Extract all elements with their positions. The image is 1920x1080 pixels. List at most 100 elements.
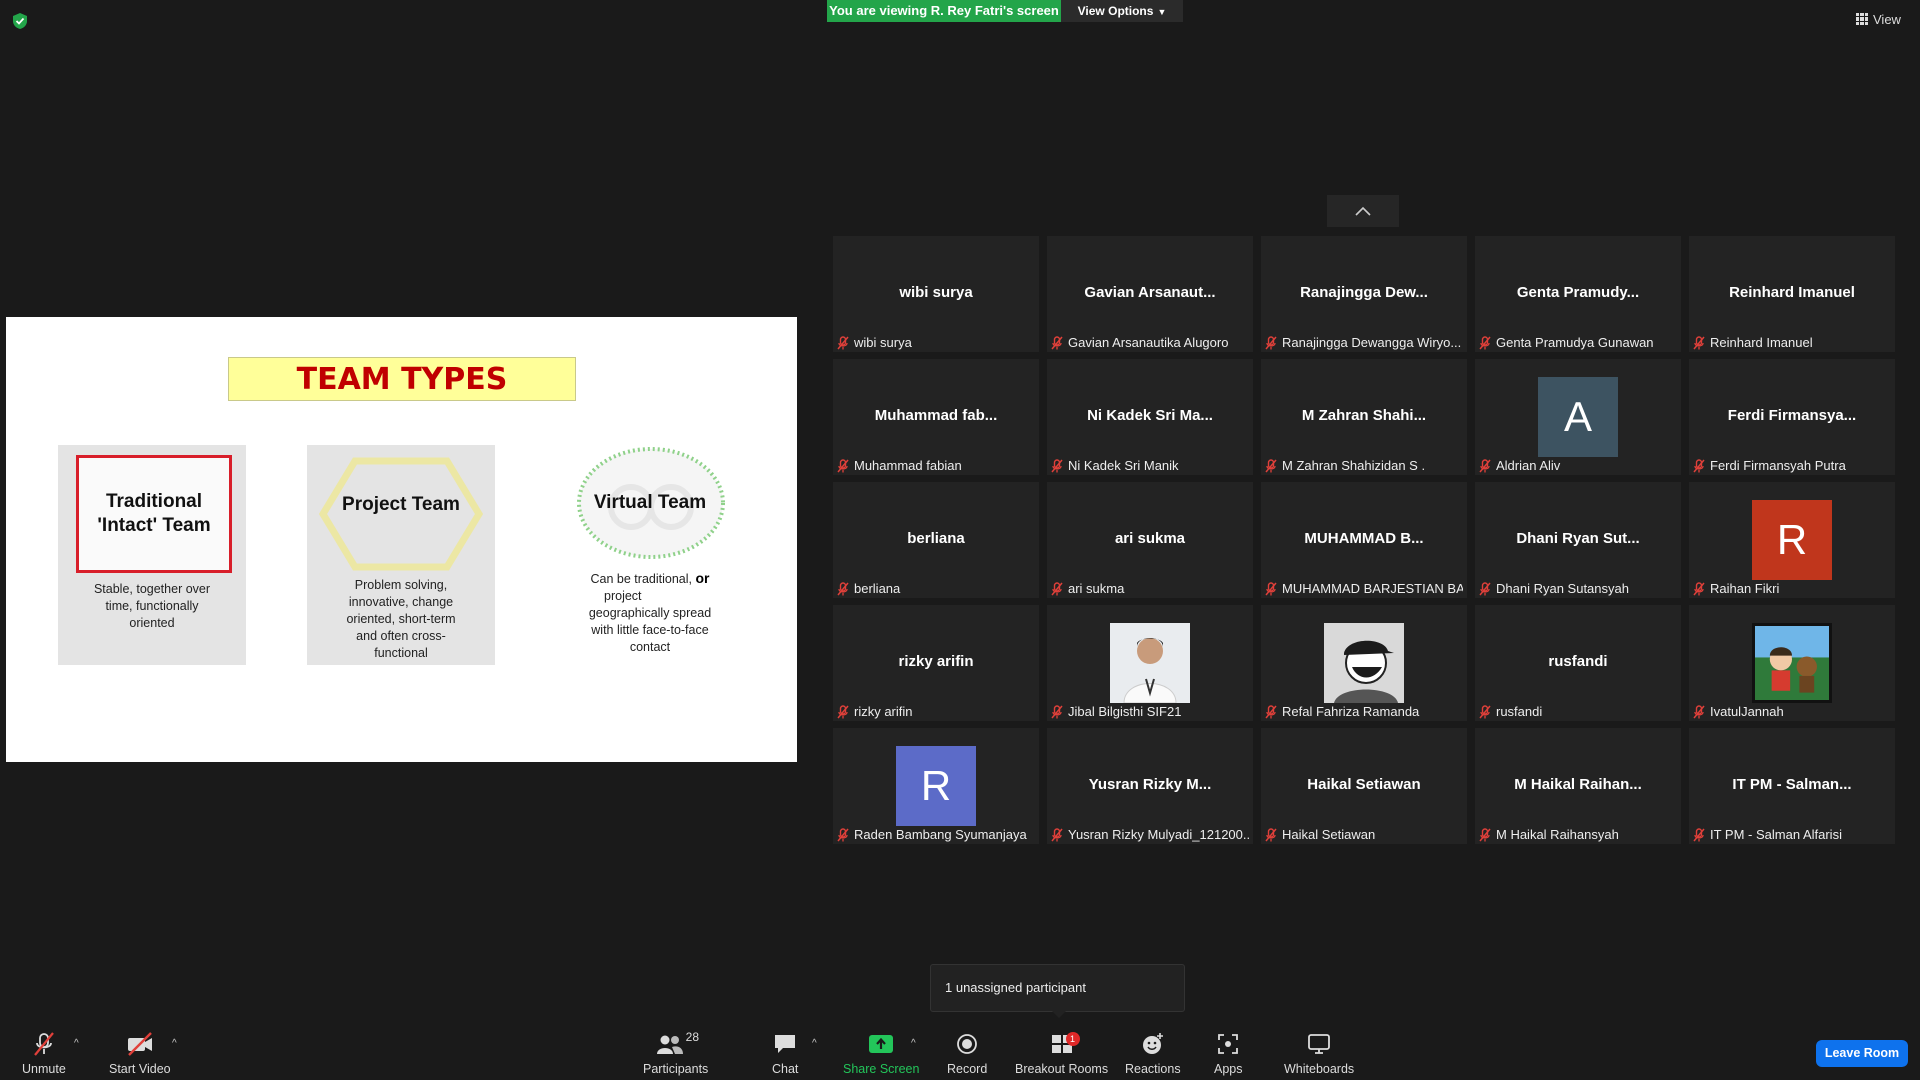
participant-tile[interactable]: R Raden Bambang Syumanjaya	[833, 728, 1039, 844]
participant-tile[interactable]: Gavian Arsanaut... Gavian Arsanautika Alu…	[1047, 236, 1253, 352]
participant-tile[interactable]: M Haikal Raihan... M Haikal Raihansyah	[1475, 728, 1681, 844]
participant-tile[interactable]: Reinhard Imanuel Reinhard Imanuel	[1689, 236, 1895, 352]
participant-display-name: MUHAMMAD B...	[1304, 530, 1424, 547]
muted-mic-icon	[1479, 581, 1491, 595]
record-button[interactable]: Record	[947, 1030, 987, 1076]
viewing-screen-banner: You are viewing R. Rey Fatri's screen	[827, 0, 1061, 22]
participant-name-label: MUHAMMAD BARJESTIAN BA...	[1265, 581, 1463, 596]
participant-name-label: M Haikal Raihansyah	[1479, 827, 1677, 842]
participant-name-label: IvatulJannah	[1693, 704, 1891, 719]
participant-tile[interactable]: A Aldrian Aliv	[1475, 359, 1681, 475]
participant-tile[interactable]: wibi surya wibi surya	[833, 236, 1039, 352]
view-label: View	[1873, 11, 1901, 27]
share-screen-button[interactable]: Share Screen	[843, 1030, 919, 1076]
participant-name: berliana	[854, 581, 901, 596]
chat-label: Chat	[772, 1062, 799, 1076]
breakout-rooms-label: Breakout Rooms	[1015, 1062, 1109, 1076]
participant-display-name: M Zahran Shahi...	[1301, 407, 1427, 424]
participant-name-label: rizky arifin	[837, 704, 1035, 719]
participant-tile[interactable]: Yusran Rizky M... Yusran Rizky Mulyadi_12…	[1047, 728, 1253, 844]
participant-tile[interactable]: Refal Fahriza Ramanda	[1261, 605, 1467, 721]
muted-mic-icon	[1051, 458, 1063, 472]
participant-name: Ni Kadek Sri Manik	[1068, 458, 1179, 473]
participant-tile[interactable]: berliana berliana	[833, 482, 1039, 598]
share-options-caret[interactable]: ^	[911, 1038, 916, 1049]
participant-tile[interactable]: rizky arifin rizky arifin	[833, 605, 1039, 721]
collapse-gallery-button[interactable]	[1327, 195, 1399, 227]
card-virtual-team: Virtual Team Can be traditional, or proj…	[556, 445, 744, 665]
participant-display-name: Reinhard Imanuel	[1729, 284, 1855, 301]
participant-name-label: ari sukma	[1051, 581, 1249, 596]
participant-display-name: berliana	[907, 530, 965, 547]
start-video-button[interactable]: Start Video	[109, 1030, 171, 1076]
participant-name: Ferdi Firmansyah Putra	[1710, 458, 1846, 473]
participant-display-name: Gavian Arsanaut...	[1084, 284, 1216, 301]
participant-tile[interactable]: Muhammad fab... Muhammad fabian	[833, 359, 1039, 475]
unmute-button[interactable]: Unmute	[22, 1030, 66, 1076]
chevron-down-icon: ▼	[1157, 7, 1167, 17]
participant-tile[interactable]: ari sukma ari sukma	[1047, 482, 1253, 598]
muted-mic-icon	[837, 335, 849, 349]
participant-name: rizky arifin	[854, 704, 913, 719]
participant-name-label: Raihan Fikri	[1693, 581, 1891, 596]
participant-name-label: Refal Fahriza Ramanda	[1265, 704, 1463, 719]
security-shield-icon[interactable]	[12, 12, 28, 30]
participant-tile[interactable]: Ranajingga Dew... Ranajingga Dewangga Wir…	[1261, 236, 1467, 352]
breakout-rooms-button[interactable]: 1 Breakout Rooms	[1015, 1030, 1108, 1076]
card-head-line: 'Intact' Team	[97, 515, 211, 536]
reactions-button[interactable]: Reactions	[1125, 1030, 1181, 1076]
participant-name: Reinhard Imanuel	[1710, 335, 1813, 350]
card-desc-line: and often cross-	[356, 629, 446, 643]
participant-name-label: Muhammad fabian	[837, 458, 1035, 473]
whiteboards-button[interactable]: Whiteboards	[1284, 1030, 1354, 1076]
participant-name: Refal Fahriza Ramanda	[1282, 704, 1420, 719]
participant-name-label: Reinhard Imanuel	[1693, 335, 1891, 350]
participant-tile[interactable]: Haikal Setiawan Haikal Setiawan	[1261, 728, 1467, 844]
participant-name: Haikal Setiawan	[1282, 827, 1376, 842]
participant-tile[interactable]: rusfandi rusfandi	[1475, 605, 1681, 721]
participant-display-name: ari sukma	[1114, 530, 1186, 547]
participant-name: MUHAMMAD BARJESTIAN BA...	[1282, 581, 1463, 596]
participant-tile[interactable]: Jibal Bilgisthi SIF21	[1047, 605, 1253, 721]
participants-label: Participants	[643, 1062, 709, 1076]
participant-display-name: Muhammad fab...	[874, 407, 998, 424]
muted-mic-icon	[837, 458, 849, 472]
participant-name: Jibal Bilgisthi SIF21	[1068, 704, 1182, 719]
muted-mic-icon	[1265, 458, 1277, 472]
participant-tile[interactable]: IT PM - Salman... IT PM - Salman Alfarisi	[1689, 728, 1895, 844]
leave-room-button[interactable]: Leave Room	[1816, 1040, 1908, 1067]
participant-tile[interactable]: MUHAMMAD B... MUHAMMAD BARJESTIAN BA...	[1261, 482, 1467, 598]
audio-options-caret[interactable]: ^	[74, 1038, 79, 1049]
participant-name-label: wibi surya	[837, 335, 1035, 350]
view-options-button[interactable]: View Options ▼	[1061, 0, 1183, 22]
participant-name-label: berliana	[837, 581, 1035, 596]
participants-button[interactable]: 28 Participants	[643, 1030, 708, 1076]
participant-tile[interactable]: Ferdi Firmansya... Ferdi Firmansyah Putra	[1689, 359, 1895, 475]
participant-display-name: wibi surya	[899, 284, 973, 301]
participant-tile[interactable]: M Zahran Shahi... M Zahran Shahizidan S .	[1261, 359, 1467, 475]
participant-tile[interactable]: Genta Pramudy... Genta Pramudya Gunawan	[1475, 236, 1681, 352]
participant-name-label: Gavian Arsanautika Alugoro	[1051, 335, 1249, 350]
view-button[interactable]: View	[1856, 8, 1901, 30]
participant-tile[interactable]: Dhani Ryan Sut... Dhani Ryan Sutansyah	[1475, 482, 1681, 598]
muted-mic-icon	[837, 704, 849, 718]
start-video-label: Start Video	[109, 1062, 171, 1076]
video-options-caret[interactable]: ^	[172, 1038, 177, 1049]
participant-tile[interactable]: Ni Kadek Sri Ma... Ni Kadek Sri Manik	[1047, 359, 1253, 475]
participant-display-name: Ni Kadek Sri Ma...	[1087, 407, 1213, 424]
participant-name: Ranajingga Dewangga Wiryo...	[1282, 335, 1462, 350]
chat-options-caret[interactable]: ^	[812, 1038, 817, 1049]
participant-tile[interactable]: IvatulJannah	[1689, 605, 1895, 721]
share-screen-label: Share Screen	[843, 1062, 920, 1076]
card-desc-line: oriented, short-term	[346, 612, 456, 626]
apps-button[interactable]: Apps	[1214, 1030, 1243, 1076]
participant-display-name: rizky arifin	[898, 653, 974, 670]
breakout-rooms-badge: 1	[1065, 1032, 1080, 1046]
participant-tile[interactable]: R Raihan Fikri	[1689, 482, 1895, 598]
chat-button[interactable]: Chat	[772, 1030, 798, 1076]
whiteboards-label: Whiteboards	[1284, 1062, 1355, 1076]
participant-display-name: M Haikal Raihan...	[1514, 776, 1642, 793]
participants-count: 28	[685, 1030, 700, 1044]
participant-name-label: IT PM - Salman Alfarisi	[1693, 827, 1891, 842]
participant-name-label: Dhani Ryan Sutansyah	[1479, 581, 1677, 596]
